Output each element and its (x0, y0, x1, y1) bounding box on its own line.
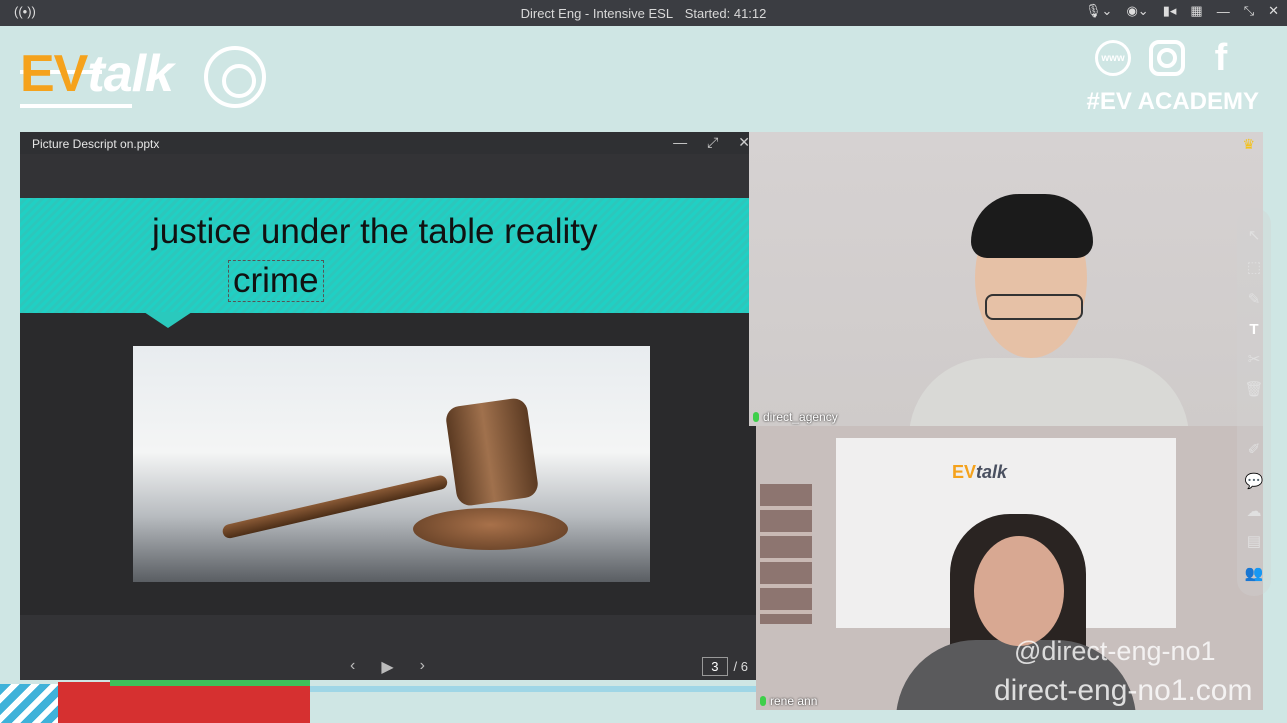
prev-slide-icon[interactable]: ‹ (350, 657, 355, 677)
viewer-footer: ‹ ▶ › 3 / 6 (20, 615, 756, 680)
emblem-icon (204, 46, 266, 108)
evtalk-logo: EVtalk (20, 45, 174, 103)
viewer-controls: — ⤢ ✕ (673, 134, 750, 151)
presentation-viewer: Picture Descript on.pptx — ⤢ ✕ justice u… (20, 132, 756, 680)
pen-icon[interactable]: ✎ (1244, 290, 1264, 310)
teacher-video: ♛ direct_agency (749, 132, 1263, 426)
speaker-icon[interactable]: ◉⌄ (1126, 3, 1148, 19)
select-icon[interactable]: ⬚ (1244, 258, 1264, 278)
scissors-icon[interactable]: ✂ (1244, 350, 1264, 370)
slide-top-band (20, 154, 756, 198)
wall-logo: EVtalk (952, 462, 1008, 482)
logo-line-bottom (20, 104, 132, 108)
watermark-handle: @direct-eng-no1 (1014, 636, 1216, 666)
microphone-icon[interactable]: 🎙⌄ (1085, 3, 1112, 19)
decor-green-strip (110, 680, 310, 686)
edit-icon[interactable]: ✐ (1244, 440, 1264, 460)
play-icon[interactable]: ▶ (381, 657, 393, 677)
session-title: Direct Eng - Intensive ESL (520, 6, 674, 21)
gavel-image (133, 346, 650, 582)
slide-textbox[interactable]: crime (228, 260, 324, 302)
restore-icon[interactable]: ⤡ (1244, 3, 1254, 19)
social-links: www f (1095, 36, 1239, 79)
camera-icon[interactable]: ▮◂ (1163, 3, 1177, 19)
slide-navigation: ‹ ▶ › (350, 657, 425, 677)
wall-photos (760, 484, 812, 624)
decor-red-block (58, 682, 310, 723)
brand-banner: EVtalk www f #EV ACADEMY (0, 26, 1287, 132)
window-controls: 🎙⌄ ◉⌄ ▮◂ ▦ — ⤡ ✕ (1085, 3, 1279, 19)
decor-line (310, 686, 756, 692)
slide-title-band: justice under the table reality crime (20, 198, 756, 313)
crown-icon: ♛ (1242, 136, 1255, 152)
student-video: EVtalk rene ann (756, 426, 1263, 710)
microphone-icon (753, 412, 759, 422)
annotation-toolbar: ↖ ⬚ ✎ T ✂ 🗑 ✐ 💬 ☁ ▤ 👥 (1237, 208, 1271, 596)
instagram-icon (1149, 40, 1185, 76)
student-name-label: rene ann (760, 694, 817, 708)
pointer-icon[interactable]: ↖ (1244, 226, 1264, 246)
grid-icon[interactable]: ▦ (1190, 3, 1202, 19)
teacher-hair (971, 194, 1093, 258)
facebook-icon: f (1214, 36, 1228, 79)
teacher-glasses (985, 294, 1083, 320)
gavel-sound-block (413, 508, 568, 550)
student-face (974, 536, 1064, 646)
text-tool-icon[interactable]: T (1244, 320, 1264, 340)
slide-title: justice under the table reality (152, 212, 598, 251)
watermark-site: direct-eng-no1.com (994, 674, 1253, 707)
teacher-name-label: direct_agency (753, 410, 838, 424)
website-icon: www (1095, 40, 1131, 76)
session-timer: Started: 41:12 (684, 6, 767, 21)
chat-icon[interactable]: 💬 (1244, 472, 1264, 492)
teacher-body (909, 358, 1189, 426)
trash-icon[interactable]: 🗑 (1244, 380, 1264, 400)
title-bar: ((•)) Direct Eng - Intensive ESL Started… (0, 0, 1287, 26)
users-icon[interactable]: 👥 (1244, 564, 1264, 584)
next-slide-icon[interactable]: › (420, 657, 425, 677)
close-icon[interactable]: ✕ (1268, 3, 1279, 19)
slide-pager: 3 / 6 (702, 657, 748, 676)
page-number-input[interactable]: 3 (702, 657, 728, 676)
toolbox-icon[interactable]: ▤ (1244, 532, 1264, 552)
minimize-icon[interactable]: — (1217, 4, 1230, 19)
file-name: Picture Descript on.pptx (32, 137, 160, 151)
fullscreen-icon[interactable]: ⤢ (707, 134, 718, 151)
gavel-head (444, 396, 540, 508)
cloud-icon[interactable]: ☁ (1244, 502, 1264, 522)
microphone-icon (760, 696, 766, 706)
page-total: / 6 (733, 659, 748, 674)
viewer-header: Picture Descript on.pptx — ⤢ ✕ (20, 132, 756, 154)
minimize-icon[interactable]: — (673, 134, 687, 151)
background-decor (0, 680, 756, 723)
hashtag: #EV ACADEMY (1086, 88, 1259, 115)
title-notch (144, 312, 192, 328)
